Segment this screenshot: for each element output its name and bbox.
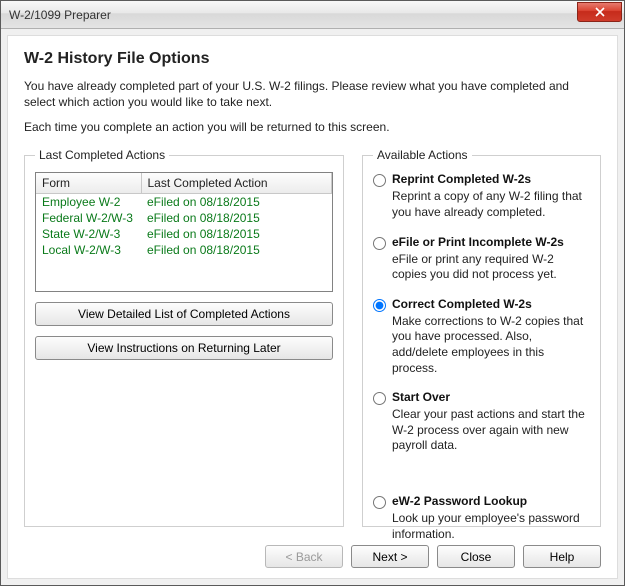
col-form[interactable]: Form [36, 173, 141, 194]
radio-label-efile[interactable]: eFile or Print Incomplete W-2s [392, 235, 564, 249]
radio-item-reprint: Reprint Completed W-2s Reprint a copy of … [373, 172, 590, 220]
page-title: W-2 History File Options [24, 50, 601, 68]
close-dialog-button[interactable]: Close [437, 545, 515, 568]
radio-item-startover: Start Over Clear your past actions and st… [373, 390, 590, 454]
radio-label-startover[interactable]: Start Over [392, 390, 450, 404]
radio-row: Start Over [373, 390, 590, 405]
cell-action: eFiled on 08/18/2015 [141, 226, 332, 242]
last-completed-legend: Last Completed Actions [35, 148, 169, 162]
view-instructions-button[interactable]: View Instructions on Returning Later [35, 336, 333, 360]
radio-efile[interactable] [373, 237, 386, 250]
last-completed-actions-group: Last Completed Actions Form Last Complet… [24, 148, 344, 527]
cell-form: Employee W-2 [36, 194, 141, 211]
close-button[interactable] [577, 2, 622, 22]
intro-text-2: Each time you complete an action you wil… [24, 120, 601, 134]
content-area: W-2 History File Options You have alread… [7, 35, 618, 579]
cell-form: Local W-2/W-3 [36, 242, 141, 258]
cell-action: eFiled on 08/18/2015 [141, 194, 332, 211]
radio-ew2[interactable] [373, 496, 386, 509]
radio-item-efile: eFile or Print Incomplete W-2s eFile or p… [373, 235, 590, 283]
titlebar[interactable]: W-2/1099 Preparer [1, 1, 624, 29]
radio-label-ew2[interactable]: eW-2 Password Lookup [392, 494, 527, 508]
close-icon [595, 7, 605, 17]
table-row[interactable]: Local W-2/W-3eFiled on 08/18/2015 [36, 242, 332, 258]
cell-form: State W-2/W-3 [36, 226, 141, 242]
actions-table-wrap: Form Last Completed Action Employee W-2e… [35, 172, 333, 292]
back-button: < Back [265, 545, 343, 568]
cell-form: Federal W-2/W-3 [36, 210, 141, 226]
window-title: W-2/1099 Preparer [9, 8, 577, 22]
radio-row: Reprint Completed W-2s [373, 172, 590, 187]
radio-desc-efile: eFile or print any required W-2 copies y… [392, 252, 590, 283]
radio-label-reprint[interactable]: Reprint Completed W-2s [392, 172, 531, 186]
radio-row: eW-2 Password Lookup [373, 494, 590, 509]
radio-desc-correct: Make corrections to W-2 copies that you … [392, 314, 590, 376]
intro-text: You have already completed part of your … [24, 78, 601, 110]
columns: Last Completed Actions Form Last Complet… [24, 148, 601, 527]
available-actions-group: Available Actions Reprint Completed W-2s… [362, 148, 601, 527]
radio-desc-reprint: Reprint a copy of any W-2 filing that yo… [392, 189, 590, 220]
available-actions-legend: Available Actions [373, 148, 472, 162]
radio-row: eFile or Print Incomplete W-2s [373, 235, 590, 250]
radio-correct[interactable] [373, 299, 386, 312]
radio-desc-startover: Clear your past actions and start the W-… [392, 407, 590, 454]
radio-startover[interactable] [373, 392, 386, 405]
view-detailed-button[interactable]: View Detailed List of Completed Actions [35, 302, 333, 326]
table-row[interactable]: State W-2/W-3eFiled on 08/18/2015 [36, 226, 332, 242]
table-row[interactable]: Employee W-2eFiled on 08/18/2015 [36, 194, 332, 211]
radio-list: Reprint Completed W-2s Reprint a copy of … [373, 172, 590, 542]
footer-buttons: < Back Next > Close Help [24, 535, 601, 568]
radio-row: Correct Completed W-2s [373, 297, 590, 312]
help-button[interactable]: Help [523, 545, 601, 568]
radio-label-correct[interactable]: Correct Completed W-2s [392, 297, 532, 311]
next-button[interactable]: Next > [351, 545, 429, 568]
table-row[interactable]: Federal W-2/W-3eFiled on 08/18/2015 [36, 210, 332, 226]
col-action[interactable]: Last Completed Action [141, 173, 332, 194]
radio-reprint[interactable] [373, 174, 386, 187]
cell-action: eFiled on 08/18/2015 [141, 210, 332, 226]
radio-item-correct: Correct Completed W-2s Make corrections t… [373, 297, 590, 376]
cell-action: eFiled on 08/18/2015 [141, 242, 332, 258]
dialog-window: W-2/1099 Preparer W-2 History File Optio… [0, 0, 625, 586]
actions-table: Form Last Completed Action Employee W-2e… [36, 173, 332, 258]
